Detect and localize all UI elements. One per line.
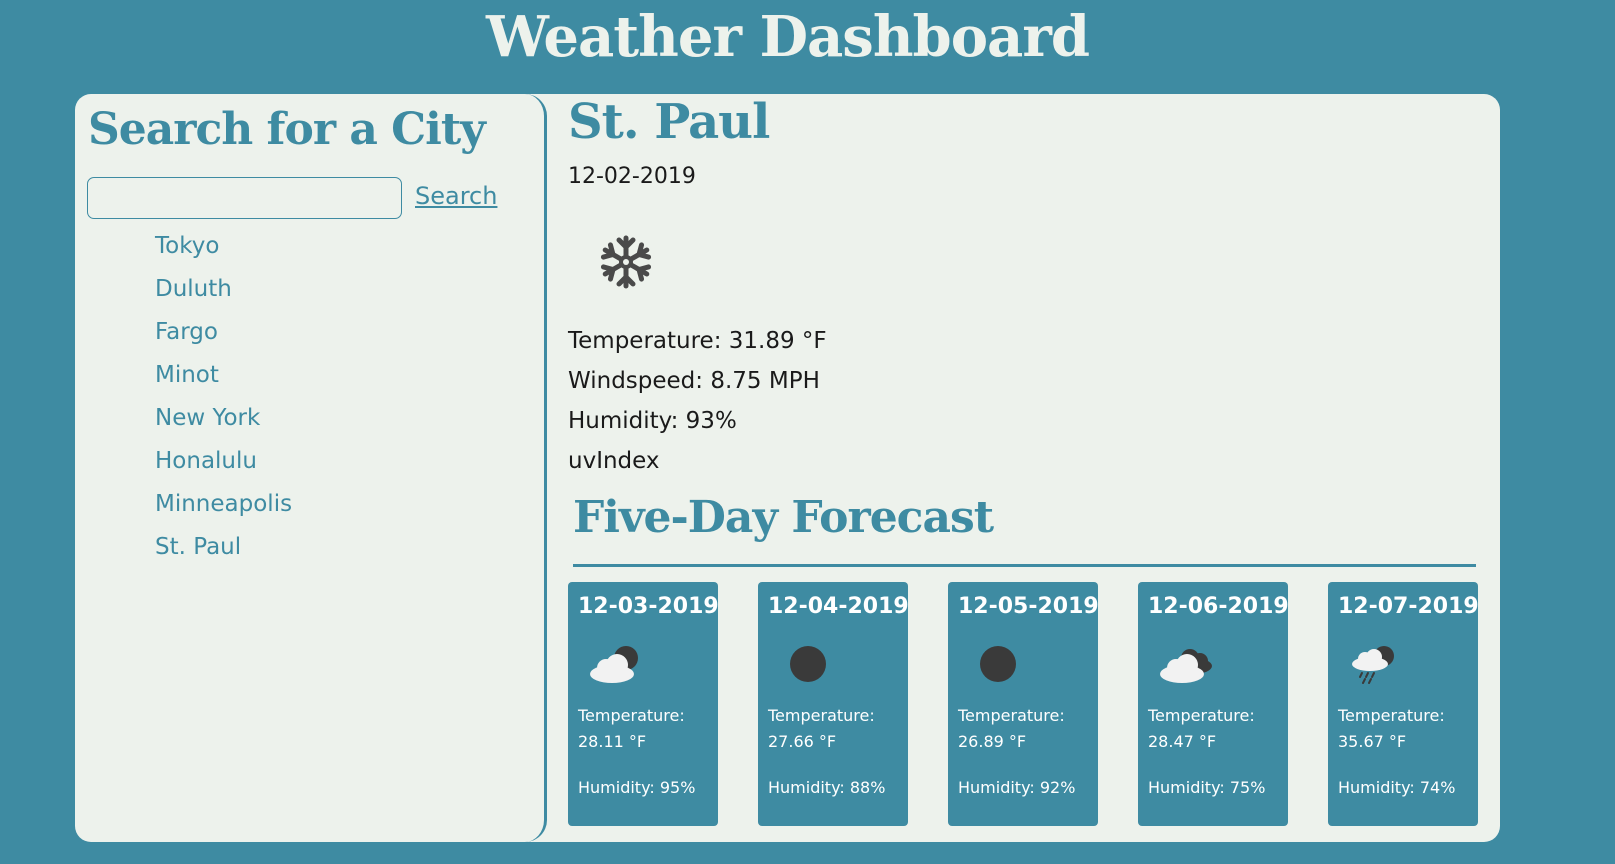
forecast-date: 12-06-2019: [1148, 594, 1289, 619]
forecast-humidity: Humidity: 92%: [958, 778, 1076, 797]
page-title: Weather Dashboard: [486, 4, 1090, 70]
forecast-temp-label: Temperature:: [768, 706, 875, 725]
current-temperature: Temperature: 31.89 °F: [568, 328, 827, 354]
forecast-temp: 28.47 °F: [1148, 732, 1217, 751]
city-item-minneapolis[interactable]: Minneapolis: [155, 489, 292, 532]
forecast-temp: 26.89 °F: [958, 732, 1027, 751]
forecast-card: 12-07-2019 Temperature: 35.67 °F Humidit…: [1328, 582, 1479, 826]
rain-night-icon: [1348, 644, 1408, 688]
partly-cloudy-night-icon: [588, 644, 648, 688]
city-item-tokyo[interactable]: Tokyo: [155, 231, 292, 274]
city-item-st-paul[interactable]: St. Paul: [155, 532, 292, 575]
current-weather-section: St. Paul 12-02-2019 Temperature: 31.89 °…: [568, 94, 1488, 842]
current-windspeed: Windspeed: 8.75 MPH: [568, 368, 820, 394]
current-city-name: St. Paul: [568, 94, 770, 150]
forecast-date: 12-05-2019: [958, 594, 1099, 619]
current-uv-index: uvIndex: [568, 448, 660, 474]
search-sidebar: Search for a City Search Tokyo Duluth Fa…: [75, 94, 547, 842]
current-date: 12-02-2019: [568, 164, 696, 189]
broken-clouds-icon: [1158, 644, 1218, 688]
forecast-temp-label: Temperature:: [578, 706, 685, 725]
forecast-temp-label: Temperature:: [958, 706, 1065, 725]
snowflake-icon: [598, 234, 654, 294]
city-search-input[interactable]: [87, 177, 402, 219]
forecast-humidity: Humidity: 75%: [1148, 778, 1266, 797]
city-item-duluth[interactable]: Duluth: [155, 274, 292, 317]
forecast-humidity: Humidity: 95%: [578, 778, 696, 797]
forecast-date: 12-03-2019: [578, 594, 719, 619]
city-item-fargo[interactable]: Fargo: [155, 317, 292, 360]
forecast-card: 12-03-2019 Temperature: 28.11 °F Humidit…: [568, 582, 719, 826]
current-humidity: Humidity: 93%: [568, 408, 737, 434]
city-item-minot[interactable]: Minot: [155, 360, 292, 403]
forecast-date: 12-07-2019: [1338, 594, 1479, 619]
clear-night-icon: [968, 644, 1028, 688]
forecast-card: 12-04-2019 Temperature: 27.66 °F Humidit…: [758, 582, 909, 826]
forecast-divider: [573, 564, 1476, 567]
dashboard-panel: Search for a City Search Tokyo Duluth Fa…: [75, 94, 1500, 842]
city-history-list: Tokyo Duluth Fargo Minot New York Honalu…: [155, 231, 292, 575]
search-heading: Search for a City: [88, 104, 486, 155]
search-button[interactable]: Search: [415, 182, 497, 210]
forecast-date: 12-04-2019: [768, 594, 909, 619]
forecast-card: 12-05-2019 Temperature: 26.89 °F Humidit…: [948, 582, 1099, 826]
forecast-temp: 28.11 °F: [578, 732, 647, 751]
city-item-new-york[interactable]: New York: [155, 403, 292, 446]
forecast-card: 12-06-2019 Temperature: 28.47 °F Humidit…: [1138, 582, 1289, 826]
clear-night-icon: [778, 644, 838, 688]
city-item-honalulu[interactable]: Honalulu: [155, 446, 292, 489]
forecast-humidity: Humidity: 88%: [768, 778, 886, 797]
forecast-temp: 27.66 °F: [768, 732, 837, 751]
forecast-temp-label: Temperature:: [1148, 706, 1255, 725]
forecast-humidity: Humidity: 74%: [1338, 778, 1456, 797]
forecast-temp: 35.67 °F: [1338, 732, 1407, 751]
forecast-heading: Five-Day Forecast: [573, 492, 994, 543]
forecast-temp-label: Temperature:: [1338, 706, 1445, 725]
